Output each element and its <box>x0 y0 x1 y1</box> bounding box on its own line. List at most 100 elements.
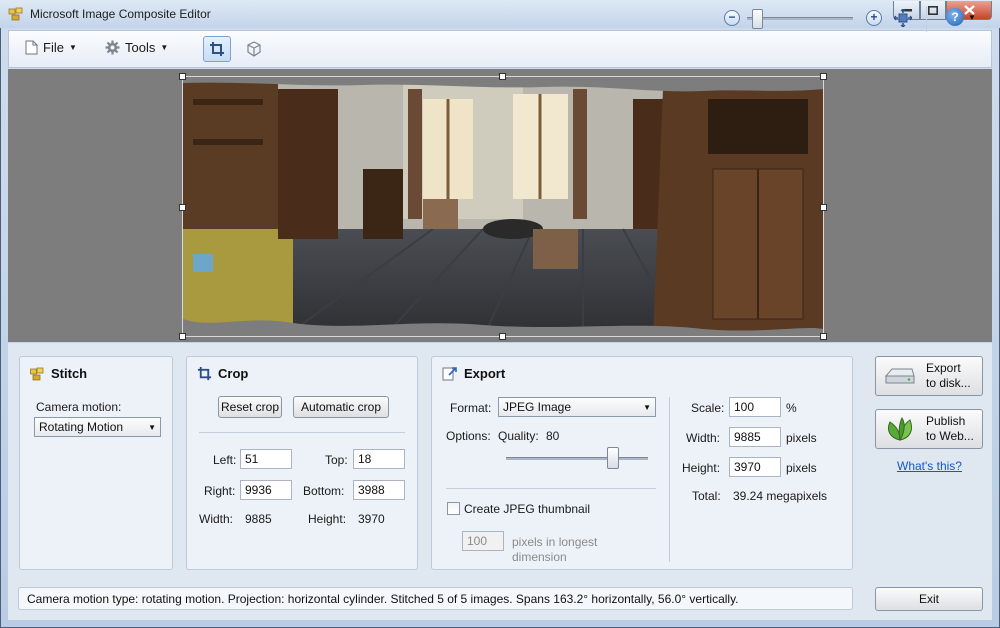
chevron-down-icon: ▼ <box>148 422 156 432</box>
exit-button[interactable]: Exit <box>875 587 983 611</box>
publish-to-web-button[interactable]: Publish to Web... <box>875 409 983 449</box>
crop-handle-bottom-left[interactable] <box>179 333 186 340</box>
crop-icon <box>210 42 224 56</box>
zoom-out-button[interactable]: − <box>724 10 740 26</box>
tools-menu-label: Tools <box>125 40 156 55</box>
crop-rectangle[interactable] <box>182 76 824 337</box>
thumb-pixels-field[interactable]: 100 <box>462 531 504 551</box>
divider-vertical <box>669 397 670 562</box>
export-title-label: Export <box>464 366 506 381</box>
help-icon: ? <box>946 8 964 26</box>
format-value: JPEG Image <box>503 400 572 414</box>
crop-handle-top[interactable] <box>499 73 506 80</box>
quality-label: Quality: <box>498 429 539 443</box>
publish-web-label-2: to Web... <box>926 429 974 443</box>
window-title: Microsoft Image Composite Editor <box>30 7 211 21</box>
crop-handle-left[interactable] <box>179 204 186 211</box>
gear-icon <box>105 40 120 55</box>
title-bar: Microsoft Image Composite Editor <box>0 0 1000 28</box>
zoom-in-button[interactable]: + <box>866 10 882 26</box>
export-disk-label-1: Export <box>926 361 961 375</box>
crop-handle-bottom-right[interactable] <box>820 333 827 340</box>
crop-height-label: Height: <box>308 512 347 526</box>
crop-icon <box>197 366 212 381</box>
hard-disk-icon <box>884 368 915 384</box>
crop-bottom-label: Bottom: <box>303 484 345 498</box>
crop-top-label: Top: <box>325 453 348 467</box>
stitch-title: Stitch <box>30 366 87 381</box>
thumb-pixels-label-2: dimension <box>512 550 567 564</box>
chevron-down-icon: ▼ <box>160 43 169 52</box>
chevron-down-icon: ▼ <box>68 43 77 52</box>
cube-icon <box>247 41 261 57</box>
leaves-icon <box>887 417 913 442</box>
zoom-slider-thumb[interactable] <box>752 9 763 29</box>
divider <box>199 432 405 433</box>
stitch-panel: Stitch Camera motion: Rotating Motion ▼ <box>19 356 173 570</box>
toolbar-separator <box>926 6 927 32</box>
document-icon <box>25 40 38 55</box>
export-width-unit: pixels <box>786 431 817 445</box>
crop-top-field[interactable]: 18 <box>353 449 405 469</box>
divider <box>446 488 656 489</box>
thumb-pixels-label: pixels in longest <box>512 535 598 549</box>
thumbnail-checkbox[interactable] <box>447 502 460 515</box>
maximize-button[interactable] <box>920 1 946 20</box>
publish-web-label-1: Publish <box>926 414 966 428</box>
total-value: 39.24 megapixels <box>733 489 828 503</box>
crop-handle-bottom[interactable] <box>499 333 506 340</box>
fit-to-window-icon[interactable] <box>893 8 913 28</box>
export-height-unit: pixels <box>786 461 817 475</box>
help-menu-button[interactable]: ? ▼ <box>946 8 976 26</box>
status-text: Camera motion type: rotating motion. Pro… <box>27 592 739 606</box>
crop-title: Crop <box>197 366 248 381</box>
stitch-title-label: Stitch <box>51 366 88 381</box>
thumbnail-label: Create JPEG thumbnail <box>464 502 591 516</box>
crop-left-field[interactable]: 51 <box>240 449 292 469</box>
scale-unit: % <box>786 401 797 415</box>
crop-width-value: 9885 <box>245 512 272 526</box>
crop-handle-top-left[interactable] <box>179 73 186 80</box>
file-menu[interactable]: File ▼ <box>25 40 77 55</box>
camera-motion-value: Rotating Motion <box>39 420 124 434</box>
crop-width-label: Width: <box>199 512 234 526</box>
tools-menu[interactable]: Tools ▼ <box>105 40 168 55</box>
scale-field[interactable]: 100 <box>729 397 781 417</box>
file-menu-label: File <box>43 40 64 55</box>
options-label: Options: <box>446 429 491 443</box>
export-width-field[interactable]: 9885 <box>729 427 781 447</box>
quality-slider-thumb[interactable] <box>607 447 620 469</box>
crop-tool-button[interactable] <box>203 36 231 62</box>
export-width-label: Width: <box>686 431 721 445</box>
crop-bottom-field[interactable]: 3988 <box>353 480 405 500</box>
total-label: Total: <box>692 489 721 503</box>
export-panel: Export Format: JPEG Image ▼ Options: Qua… <box>431 356 853 570</box>
chevron-down-icon: ▼ <box>643 402 651 412</box>
export-to-disk-button[interactable]: Export to disk... <box>875 356 983 396</box>
stitch-icon <box>30 367 44 380</box>
reset-crop-button[interactable]: Reset crop <box>218 396 282 418</box>
export-icon <box>442 367 457 381</box>
app-icon <box>8 6 24 22</box>
whats-this-link[interactable]: What's this? <box>897 459 962 473</box>
chevron-down-icon: ▼ <box>968 12 976 22</box>
toolbar: File ▼ Tools ▼ <box>8 30 992 68</box>
scale-label: Scale: <box>691 401 725 415</box>
quality-slider-track[interactable] <box>506 457 648 460</box>
crop-panel: Crop Reset crop Automatic crop Left: 51 … <box>186 356 418 570</box>
format-select[interactable]: JPEG Image ▼ <box>498 397 656 417</box>
quality-value: 80 <box>546 429 560 443</box>
export-height-label: Height: <box>682 461 721 475</box>
format-label: Format: <box>450 401 492 415</box>
crop-title-label: Crop <box>218 366 249 381</box>
crop-handle-top-right[interactable] <box>820 73 827 80</box>
crop-right-field[interactable]: 9936 <box>240 480 292 500</box>
crop-right-label: Right: <box>204 484 236 498</box>
camera-motion-select[interactable]: Rotating Motion ▼ <box>34 417 161 437</box>
export-disk-label-2: to disk... <box>926 376 971 390</box>
export-title: Export <box>442 366 505 381</box>
export-height-field[interactable]: 3970 <box>729 457 781 477</box>
crop-handle-right[interactable] <box>820 204 827 211</box>
projection-tool-button[interactable] <box>241 36 267 62</box>
automatic-crop-button[interactable]: Automatic crop <box>293 396 389 418</box>
